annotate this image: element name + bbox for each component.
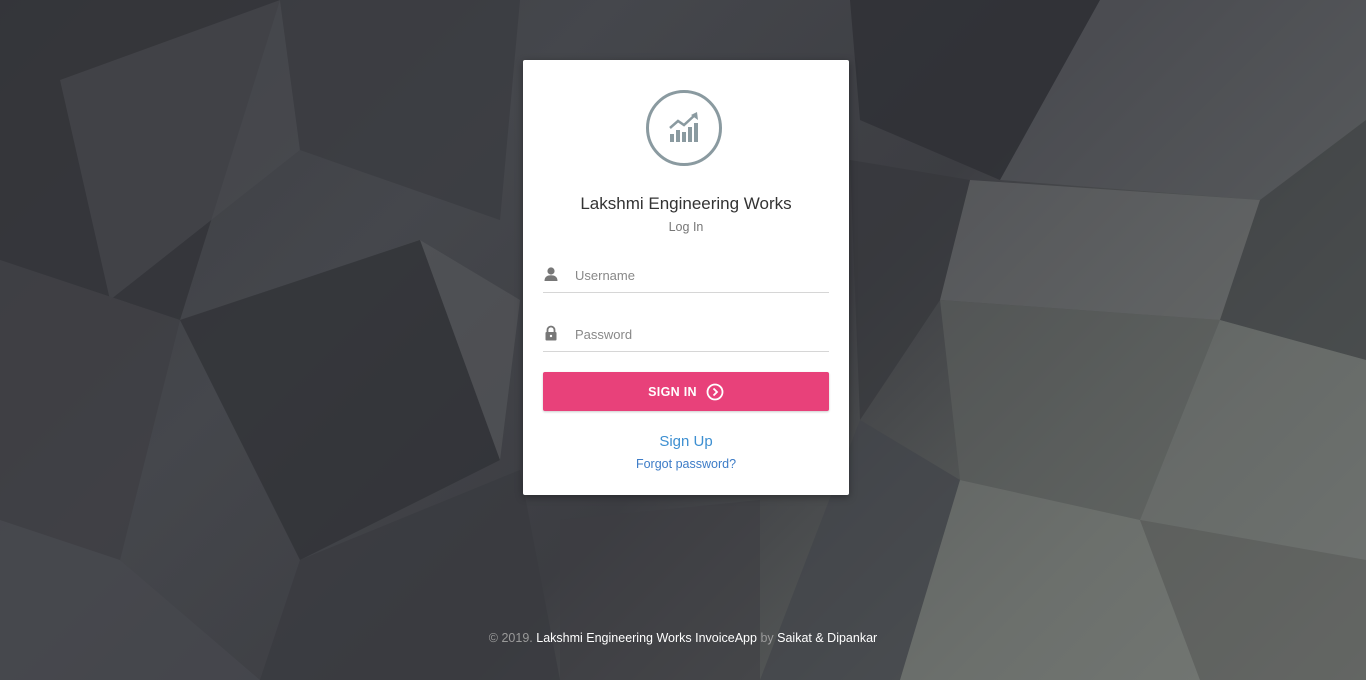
sign-up-link[interactable]: Sign Up bbox=[523, 433, 849, 450]
sign-in-button[interactable]: SIGN IN bbox=[543, 372, 829, 411]
logo bbox=[646, 90, 722, 166]
chart-growth-icon bbox=[669, 112, 698, 142]
page-subtitle: Log In bbox=[668, 220, 704, 234]
footer-copyright: © 2019. bbox=[488, 631, 533, 645]
footer-app-name: Lakshmi Engineering Works InvoiceApp bbox=[536, 631, 757, 645]
forgot-password-link[interactable]: Forgot password? bbox=[523, 457, 849, 471]
footer-authors: Saikat & Dipankar bbox=[777, 631, 878, 645]
arrow-circle-right-icon bbox=[706, 383, 724, 400]
footer-by: by bbox=[760, 631, 774, 645]
sign-in-label: SIGN IN bbox=[648, 384, 697, 399]
footer: © 2019. Lakshmi Engineering Works Invoic… bbox=[0, 631, 1366, 645]
user-icon bbox=[544, 267, 558, 281]
username-field[interactable] bbox=[543, 260, 829, 293]
brand-title: Lakshmi Engineering Works bbox=[580, 194, 792, 213]
password-input[interactable] bbox=[575, 323, 825, 345]
login-card: Lakshmi Engineering Works Log In SIGN IN… bbox=[523, 60, 849, 495]
password-field[interactable] bbox=[543, 319, 829, 352]
username-input[interactable] bbox=[575, 264, 825, 286]
lock-icon bbox=[545, 325, 557, 341]
